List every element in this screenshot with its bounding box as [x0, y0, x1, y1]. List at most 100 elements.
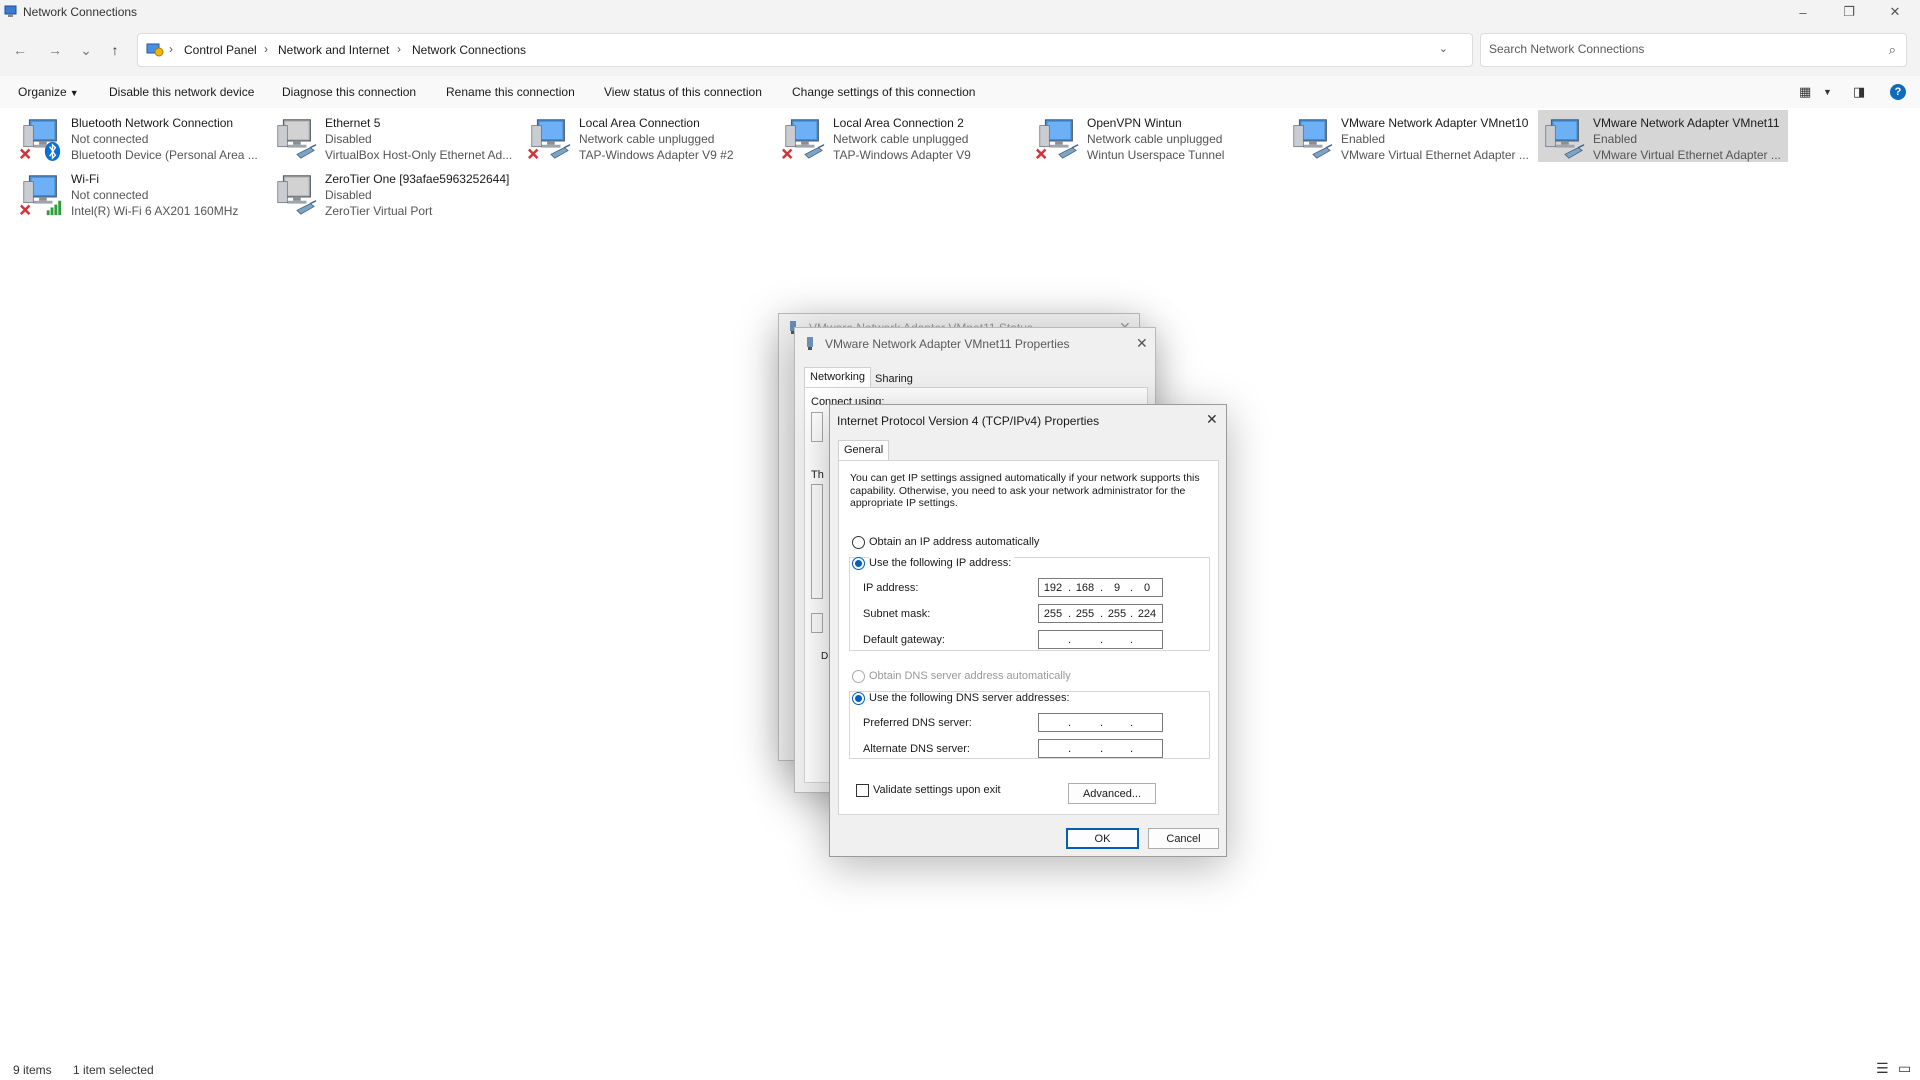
connection-status: Disabled	[325, 132, 372, 146]
ip-address-label: IP address:	[863, 582, 919, 594]
this-connection-label: Th	[811, 469, 824, 481]
error-x-icon	[1035, 148, 1047, 160]
tab-general[interactable]: General	[838, 440, 890, 460]
properties-dialog-title: VMware Network Adapter VMnet11 Propertie…	[825, 337, 1070, 351]
breadcrumb-separator-icon: ›	[169, 42, 173, 56]
cancel-button[interactable]: Cancel	[1148, 828, 1219, 849]
monitor-icon	[277, 119, 317, 159]
subnet-octet-2: 255	[1075, 608, 1095, 620]
connection-status: Not connected	[71, 132, 149, 146]
ip-octet-1: 192	[1043, 582, 1063, 594]
disable-device-button[interactable]: Disable this network device	[109, 85, 254, 99]
connection-item[interactable]: Bluetooth Network Connection Not connecte…	[16, 110, 266, 162]
connection-item[interactable]: VMware Network Adapter VMnet11 Enabled VMw…	[1538, 110, 1788, 162]
monitor-icon	[277, 175, 317, 215]
use-following-dns-radio[interactable]	[852, 692, 865, 705]
connection-device: TAP-Windows Adapter V9 #2	[579, 148, 734, 162]
preferred-dns-field[interactable]: ...	[1038, 713, 1163, 732]
monitor-icon	[1035, 119, 1079, 160]
breadcrumb-control-panel[interactable]: Control Panel	[184, 43, 257, 57]
back-button[interactable]: ←	[8, 38, 32, 62]
properties-dialog-close-icon[interactable]: ✕	[1136, 335, 1148, 352]
connection-item[interactable]: Local Area Connection 2 Network cable unp…	[778, 110, 1028, 162]
connection-device: Wintun Userspace Tunnel	[1087, 148, 1225, 162]
validate-settings-label[interactable]: Validate settings upon exit	[873, 784, 1001, 796]
install-button-fragment	[811, 613, 823, 633]
connection-item[interactable]: OpenVPN Wintun Network cable unplugged Win…	[1032, 110, 1282, 162]
network-connections-icon	[4, 5, 17, 17]
subnet-octet-3: 255	[1107, 608, 1127, 620]
use-following-dns-label[interactable]: Use the following DNS server addresses:	[869, 692, 1073, 704]
recent-locations-button[interactable]: ⌄	[74, 38, 98, 62]
rename-connection-button[interactable]: Rename this connection	[446, 85, 575, 99]
diagnose-connection-button[interactable]: Diagnose this connection	[282, 85, 416, 99]
change-view-icon[interactable]: ▦	[1799, 84, 1811, 100]
connection-device: VirtualBox Host-Only Ethernet Ad...	[325, 148, 513, 162]
connection-item[interactable]: ZeroTier One [93afae5963252644] Disabled Z…	[270, 166, 520, 218]
change-settings-button[interactable]: Change settings of this connection	[792, 85, 975, 99]
subnet-mask-label: Subnet mask:	[863, 608, 931, 620]
default-gateway-label: Default gateway:	[863, 634, 945, 646]
obtain-dns-auto-radio[interactable]	[852, 670, 865, 683]
ip-octet-2: 168	[1075, 582, 1095, 594]
close-button[interactable]: ✕	[1872, 0, 1918, 24]
command-bar: Organize ▼ Disable this network device Di…	[0, 76, 1920, 108]
use-following-ip-label[interactable]: Use the following IP address:	[869, 557, 1015, 569]
connection-item[interactable]: Local Area Connection Network cable unplu…	[524, 110, 774, 162]
general-panel: You can get IP settings assigned automat…	[838, 460, 1219, 815]
details-view-icon[interactable]: ☰	[1876, 1060, 1889, 1077]
breadcrumb-separator-icon: ›	[397, 42, 401, 56]
advanced-button[interactable]: Advanced...	[1068, 783, 1156, 804]
obtain-ip-auto-label[interactable]: Obtain an IP address automatically	[869, 536, 1039, 548]
alternate-dns-field[interactable]: ...	[1038, 739, 1163, 758]
connection-status: Disabled	[325, 188, 372, 202]
minimize-button[interactable]: –	[1780, 0, 1826, 24]
validate-settings-checkbox[interactable]	[856, 784, 869, 797]
ok-button[interactable]: OK	[1066, 828, 1139, 849]
error-x-icon	[19, 148, 31, 160]
large-icons-view-icon[interactable]: ▭	[1898, 1060, 1911, 1077]
connection-item[interactable]: Ethernet 5 Disabled VirtualBox Host-Only E…	[270, 110, 520, 162]
monitor-icon	[19, 175, 62, 216]
preview-pane-icon[interactable]: ◨	[1853, 84, 1865, 100]
address-bar[interactable]: › Control Panel › Network and Internet ›…	[137, 33, 1502, 67]
ipv4-dialog-close-icon[interactable]: ✕	[1206, 411, 1218, 428]
view-options-dropdown-icon[interactable]: ▼	[1823, 87, 1832, 97]
help-icon[interactable]: ?	[1890, 84, 1906, 100]
forward-button[interactable]: →	[43, 38, 67, 62]
obtain-ip-auto-radio[interactable]	[852, 536, 865, 549]
search-icon[interactable]: ⌕	[1889, 42, 1896, 58]
ipv4-dialog-title: Internet Protocol Version 4 (TCP/IPv4) P…	[837, 414, 1100, 428]
restore-button[interactable]: ❐	[1826, 0, 1872, 24]
organize-menu-button[interactable]: Organize ▼	[18, 85, 79, 99]
breadcrumb-network-connections[interactable]: Network Connections	[412, 43, 526, 57]
connection-item[interactable]: VMware Network Adapter VMnet10 Enabled VMw…	[1286, 110, 1536, 162]
connection-name: VMware Network Adapter VMnet11	[1593, 116, 1780, 130]
subnet-mask-field[interactable]: 255 . 255 . 255 . 224	[1038, 604, 1163, 623]
monitor-icon	[1545, 119, 1585, 159]
ip-address-field[interactable]: 192 . 168 . 9 . 0	[1038, 578, 1163, 597]
up-button[interactable]: ↑	[103, 38, 127, 62]
tab-networking[interactable]: Networking	[804, 367, 872, 387]
breadcrumb-network-and-internet[interactable]: Network and Internet	[278, 43, 389, 57]
selection-count: 1 item selected	[73, 1063, 154, 1077]
search-box[interactable]: ⌕	[1480, 33, 1907, 67]
connection-name: VMware Network Adapter VMnet10	[1341, 116, 1529, 130]
address-dropdown-icon[interactable]: ⌄	[1439, 42, 1448, 55]
error-x-icon	[781, 148, 793, 160]
components-list-fragment	[811, 484, 823, 599]
connection-item[interactable]: Wi-Fi Not connected Intel(R) Wi-Fi 6 AX201…	[16, 166, 266, 218]
connection-device: VMware Virtual Ethernet Adapter ...	[1341, 148, 1529, 162]
connection-name: Local Area Connection	[579, 116, 700, 130]
connection-status: Network cable unplugged	[579, 132, 715, 146]
search-input[interactable]	[1489, 42, 1869, 56]
obtain-dns-auto-label[interactable]: Obtain DNS server address automatically	[869, 670, 1071, 682]
ip-octet-3: 9	[1113, 582, 1121, 594]
connection-status: Enabled	[1593, 132, 1638, 146]
adapter-list-fragment	[811, 412, 823, 442]
breadcrumb-separator-icon: ›	[264, 42, 268, 56]
default-gateway-field[interactable]: ...	[1038, 630, 1163, 649]
use-following-ip-radio[interactable]	[852, 557, 865, 570]
monitor-icon	[1293, 119, 1333, 159]
view-status-button[interactable]: View status of this connection	[604, 85, 762, 99]
